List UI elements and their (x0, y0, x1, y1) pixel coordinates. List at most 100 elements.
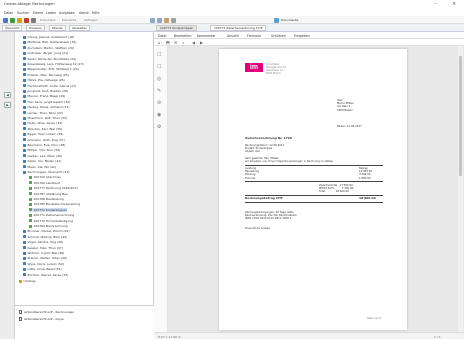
tree-item[interactable]: Zürcher, Pascal, Aarau (52) (23, 273, 68, 277)
menu-admin[interactable]: Admin (79, 11, 90, 15)
tab-ebenen[interactable]: Ebenen (49, 25, 67, 31)
layers-icon[interactable]: ◉ (157, 112, 161, 118)
tree-item[interactable]: Kessler, Max, Thun (47) (23, 246, 63, 250)
tree-item[interactable]: Seiler, Rhine AG, Nordhalde (22) (23, 57, 76, 61)
menu-ebene[interactable]: Ebene (33, 11, 43, 15)
tab-dossiers[interactable]: Dossiers (26, 25, 45, 31)
tree-item[interactable]: Lacher, Theo, Bern (32) (23, 111, 63, 115)
file-item[interactable]: Aktenübersicht.pdf - Rechnungen (19, 310, 74, 314)
toolbar-item-dokument[interactable]: Dokument (40, 18, 56, 22)
scrollbar-thumb[interactable] (459, 56, 462, 176)
tree-item[interactable]: 100790 Landkauf (29, 181, 60, 185)
menu-hilfe[interactable]: Hilfe (92, 11, 100, 15)
tree-item[interactable]: Vogel, Sandra, Zug (46) (23, 240, 63, 244)
toolbar-documents-label[interactable]: Dokumente (281, 18, 298, 22)
menu-suchen[interactable]: Suchen (17, 11, 29, 15)
tree-item[interactable]: Beigenhuber, Erik, Wildweg 1 (24) (23, 67, 79, 71)
back-icon[interactable] (3, 17, 8, 23)
search-icon[interactable]: ⌕ (182, 40, 184, 45)
attachment-icon[interactable]: ◎ (157, 76, 161, 82)
tree-item[interactable]: Hofer, Nina, Aarau (34) (23, 121, 62, 125)
tree-item[interactable]: Martinez, Bell, Oesterwieslo (19) (23, 40, 76, 44)
mail-icon[interactable]: ✉ (174, 40, 177, 45)
tab-uebersicht[interactable]: Übersicht (2, 25, 23, 31)
tree-item[interactable]: 100787 Abklärung Bau (29, 192, 68, 196)
tree-item[interactable]: Gutmeier, Birger, Jung (21) (23, 51, 68, 55)
tab-document-1[interactable]: 100772 Kinderkrippen (156, 25, 198, 31)
tree-item[interactable]: Zbinden, Karl, Biel (35) (23, 127, 62, 131)
tree-item[interactable]: Steiner, Walter, Olten (49) (23, 256, 67, 260)
menu-datei[interactable]: Datei (4, 11, 13, 15)
tree-item[interactable]: Jungholz, Kurt, Breiten (28) (23, 89, 68, 93)
pages-icon[interactable]: ☐ (157, 52, 161, 58)
tree-item[interactable]: Dräxler, Max, Bernweg (25) (23, 73, 69, 77)
delete-icon[interactable] (24, 17, 29, 23)
settings-icon[interactable] (31, 17, 36, 23)
viewer-menu-schuetzen[interactable]: Schützen (271, 34, 286, 38)
tree-item[interactable]: 100792 Abschluss (29, 175, 61, 179)
tree-item[interactable]: Egger, Paul, Luzern (36) (23, 132, 63, 136)
menu-aufgaben[interactable]: Aufgaben (59, 11, 75, 15)
list-icon[interactable] (157, 17, 162, 23)
tree-item[interactable]: Wyss, Doris, Luzern (50) (23, 262, 64, 266)
viewer-menu-kommentar[interactable]: Kommentar (197, 34, 216, 38)
tree-item[interactable]: Frei, Lena, Jungfraupark (30) (23, 100, 70, 104)
home-icon[interactable]: ⌂ (158, 40, 161, 45)
tree-item[interactable]: Ammann, Ruth, Zug (37) (23, 138, 65, 142)
menu-laden[interactable]: Laden (46, 11, 56, 15)
tree-item[interactable]: Maurer, Franz, Basel (29) (23, 94, 65, 98)
viewer-menu-datei[interactable]: Datei (158, 34, 167, 38)
tree-item[interactable]: Lüthi, Anna, Basel (51) (23, 267, 62, 271)
viewer-menu-ansicht[interactable]: Ansicht (227, 34, 239, 38)
print-icon[interactable] (171, 17, 176, 23)
comment-icon[interactable]: ✎ (157, 88, 161, 94)
tree-item[interactable]: Schmid, Markus, Bern (45) (23, 235, 67, 239)
collapse-left-button[interactable]: ◀ (4, 92, 11, 98)
tree-item[interactable]: Brunner, Daniel, Zürich (44) (23, 229, 70, 233)
viewer-menu-formular[interactable]: Formular (247, 34, 261, 38)
signature-icon[interactable]: ⊘ (157, 100, 161, 106)
archive-icon[interactable] (164, 17, 169, 23)
documents-icon[interactable] (274, 17, 279, 23)
tree-item[interactable]: Herzog, Klaus, Allmend (31) (23, 105, 69, 109)
minimize-button[interactable]: – (434, 1, 437, 7)
tree-item[interactable]: 100786 Bauleistung (29, 197, 64, 201)
tools-icon[interactable]: ⚙ (157, 124, 161, 130)
tree-item[interactable]: 100771 Zwischenrechnung (29, 213, 74, 217)
tree-item[interactable]: Baumann, Eva, Chur (38) (23, 143, 65, 147)
tab-verwalten[interactable]: Verwalten (69, 25, 90, 31)
next-page-icon[interactable]: ▶ (200, 40, 203, 45)
tree-item[interactable]: 100777 Rechnung 2016/2017 (29, 186, 78, 190)
viewer-menu-freigeben[interactable]: Freigeben (294, 34, 310, 38)
toolbar-item-abfragen[interactable]: Abfragen (84, 18, 98, 22)
tree-item[interactable]: Fischer-Würth, Anita, Glarus (27) (23, 84, 76, 88)
grid-icon[interactable] (150, 17, 155, 23)
tree-item[interactable]: Hänni, Pia, Ostwege (26) (23, 78, 65, 82)
pdf-scrollbar[interactable] (458, 46, 463, 332)
tree-item[interactable]: Gerber, Lea, Olten (40) (23, 154, 62, 158)
tree-item[interactable]: 100769 Nachrechnung (29, 224, 68, 228)
tree-item-bottom[interactable]: Umzüge (19, 279, 36, 283)
tree-item[interactable]: Mosimann, Rolf, Thun (33) (23, 116, 67, 120)
viewer-menu-bearbeiten[interactable]: Bearbeiten (174, 34, 192, 38)
tree-item[interactable]: Chung, Jeanne, Grabenhof (18) (23, 35, 74, 39)
tab-document-2[interactable]: 100771 Zwischenrechnung 17/8 (210, 25, 267, 31)
tree-item[interactable]: 100772 Kinderkrippen (29, 207, 67, 212)
toolbar-item-elemente[interactable]: Elemente (62, 18, 76, 22)
tree-item[interactable]: 100770 Firmenbeteiligung (29, 219, 73, 223)
tree-item[interactable]: Rechnungen, Übersicht (43) (23, 170, 70, 174)
bookmark-icon[interactable]: ☐ (157, 64, 161, 70)
collapse-right-button[interactable]: ▶ (4, 102, 11, 108)
tree-item[interactable]: Zumstein, Martin, Stettlen (20) (23, 46, 74, 50)
close-button[interactable]: × (452, 1, 456, 7)
folder-icon[interactable] (17, 17, 22, 23)
tree-item[interactable]: 100785 Baustelle Vorbereitung (29, 202, 80, 206)
tree-item[interactable]: Bühler, Tim, Sion (39) (23, 148, 60, 152)
prev-page-icon[interactable]: ◀ (192, 40, 195, 45)
tree-item[interactable]: Keller, Urs, Baden (41) (23, 159, 61, 163)
refresh-icon[interactable] (10, 17, 15, 23)
file-item[interactable]: Aktenübersicht.pdf - Kopie (19, 317, 64, 321)
tree-item[interactable]: Meier, Ida, Wil (42) (23, 165, 56, 169)
tree-item[interactable]: Rosenzweig, Lars, Hüttenweg 19 (23) (23, 62, 84, 66)
tree-item[interactable]: Widmer, Ingrid, Biel (48) (23, 251, 64, 255)
